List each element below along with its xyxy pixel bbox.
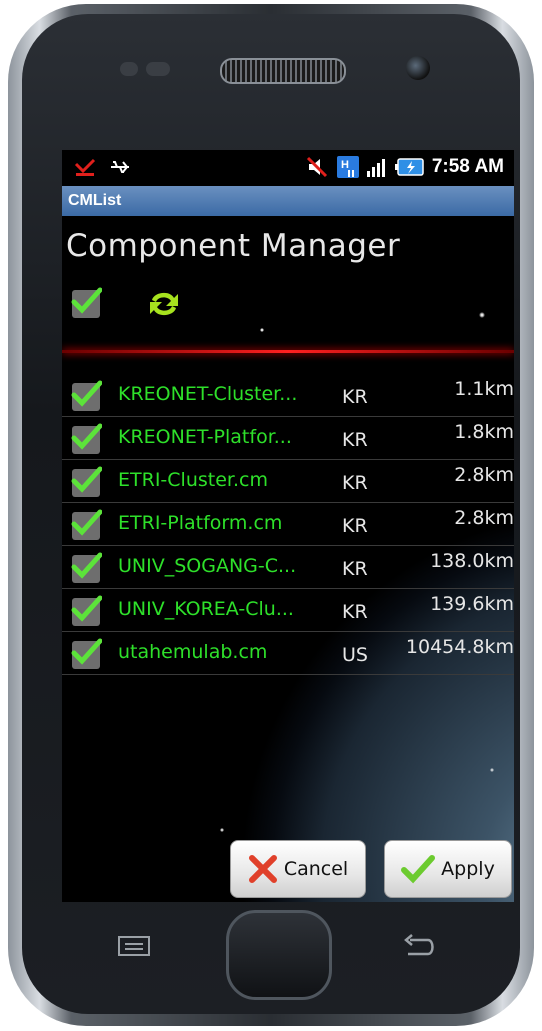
item-checkbox[interactable] [71, 380, 102, 411]
light-sensor [146, 62, 170, 76]
component-name: UNIV_KOREA-Clu... [118, 598, 294, 620]
item-checkbox[interactable] [71, 595, 102, 626]
signal-icon [366, 159, 385, 177]
component-name: KREONET-Cluster... [118, 383, 298, 405]
component-list: KREONET-Cluster... KR 1.1km KREONET-Platfor… [62, 374, 514, 675]
item-checkbox[interactable] [71, 509, 102, 540]
component-name: ETRI-Cluster.cm [118, 469, 268, 491]
list-item[interactable]: KREONET-Platfor... KR 1.8km [62, 417, 514, 460]
distance: 138.0km [430, 550, 514, 572]
refresh-icon[interactable] [146, 286, 182, 322]
distance: 1.8km [454, 421, 514, 443]
select-all-checkbox[interactable] [71, 287, 102, 318]
mute-icon [306, 156, 327, 178]
item-checkbox[interactable] [71, 423, 102, 454]
country-code: US [342, 644, 368, 666]
list-item[interactable]: KREONET-Cluster... KR 1.1km [62, 374, 514, 417]
status-bar: H 7:58 AM [62, 150, 514, 186]
distance: 1.1km [454, 378, 514, 400]
checkmark-icon [71, 595, 102, 622]
checkmark-icon [71, 638, 102, 665]
back-key-icon[interactable] [400, 934, 438, 958]
list-item[interactable]: ETRI-Cluster.cm KR 2.8km [62, 460, 514, 503]
checkmark-icon [401, 855, 436, 884]
list-item[interactable]: utahemulab.cm US 10454.8km [62, 632, 514, 675]
country-code: KR [342, 558, 368, 580]
battery-charging-icon [394, 158, 424, 176]
list-item[interactable]: UNIV_SOGANG-C... KR 138.0km [62, 546, 514, 589]
cancel-button-label: Cancel [283, 858, 349, 880]
list-item[interactable]: ETRI-Platform.cm KR 2.8km [62, 503, 514, 546]
country-code: KR [342, 429, 368, 451]
checkmark-icon [71, 423, 102, 450]
distance: 2.8km [454, 507, 514, 529]
distance: 2.8km [454, 464, 514, 486]
item-checkbox[interactable] [71, 638, 102, 669]
earpiece-speaker [220, 58, 346, 84]
list-item[interactable]: UNIV_KOREA-Clu... KR 139.6km [62, 589, 514, 632]
checkmark-icon [71, 466, 102, 493]
country-code: KR [342, 515, 368, 537]
component-name: ETRI-Platform.cm [118, 512, 283, 534]
svg-text:H: H [341, 159, 349, 171]
country-code: KR [342, 472, 368, 494]
cancel-button[interactable]: Cancel [230, 840, 366, 898]
screen: H 7:58 AM CMList Component Manager KREON… [62, 150, 514, 902]
country-code: KR [342, 601, 368, 623]
hspa-icon: H [336, 156, 359, 178]
apply-button[interactable]: Apply [384, 840, 512, 898]
checkmark-icon [71, 552, 102, 579]
red-divider [62, 350, 514, 353]
item-checkbox[interactable] [71, 466, 102, 497]
missed-call-icon [74, 158, 96, 176]
usb-icon [111, 161, 130, 173]
menu-key-icon[interactable] [118, 936, 150, 956]
checkmark-icon [71, 287, 102, 314]
status-right: H 7:58 AM [306, 156, 504, 178]
distance: 139.6km [430, 593, 514, 615]
front-camera [406, 56, 430, 80]
app-title-bar: CMList [62, 186, 514, 216]
component-name: UNIV_SOGANG-C... [118, 555, 297, 577]
checkmark-icon [71, 509, 102, 536]
component-name: utahemulab.cm [118, 641, 268, 663]
item-checkbox[interactable] [71, 552, 102, 583]
page-title: Component Manager [66, 228, 401, 264]
apply-button-label: Apply [441, 858, 495, 880]
proximity-sensor [120, 62, 138, 76]
status-left [74, 156, 139, 178]
checkmark-icon [71, 380, 102, 407]
component-name: KREONET-Platfor... [118, 426, 292, 448]
status-time: 7:58 AM [431, 156, 504, 177]
country-code: KR [342, 386, 368, 408]
home-button[interactable] [226, 910, 332, 1000]
distance: 10454.8km [405, 636, 514, 658]
red-x-icon [248, 855, 277, 883]
